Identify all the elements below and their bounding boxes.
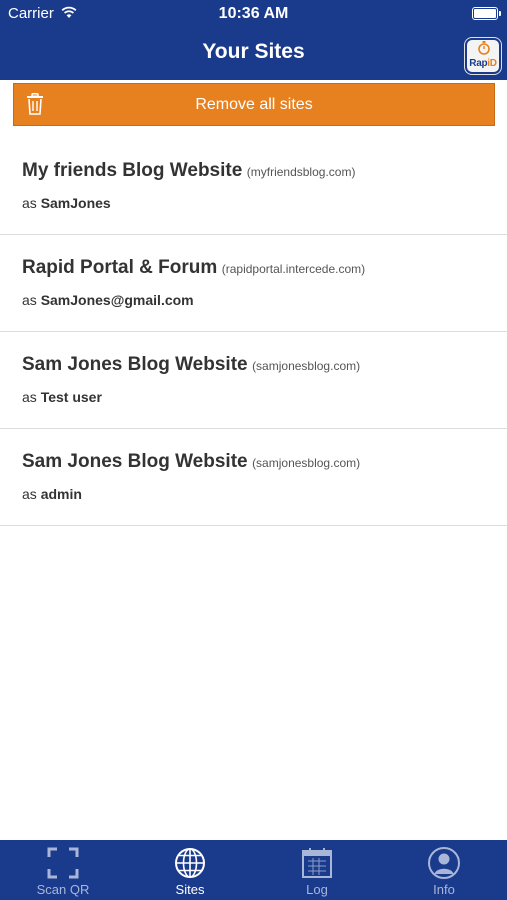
stopwatch-icon [478, 41, 490, 55]
tab-label: Log [306, 882, 328, 897]
logo-text: RapiD [469, 58, 497, 69]
site-username: Test user [40, 389, 102, 405]
site-username: admin [40, 486, 82, 502]
site-domain: (samjonesblog.com) [252, 456, 361, 470]
site-name: Sam Jones Blog Website [22, 451, 248, 472]
site-domain: (samjonesblog.com) [252, 359, 361, 373]
site-row[interactable]: My friends Blog Website (myfriendsblog.c… [0, 138, 507, 235]
site-row[interactable]: Sam Jones Blog Website (samjonesblog.com… [0, 429, 507, 526]
tab-label: Info [433, 882, 455, 897]
globe-icon [175, 848, 205, 878]
tab-label: Scan QR [36, 882, 90, 897]
site-domain: (rapidportal.intercede.com) [221, 262, 366, 276]
remove-all-label: Remove all sites [195, 96, 313, 113]
status-time: 10:36 AM [218, 5, 289, 22]
site-username: SamJones@gmail.com [40, 292, 194, 308]
as-prefix: as [22, 292, 37, 308]
site-title-line: My friends Blog Website (myfriendsblog.c… [22, 160, 355, 182]
site-list: My friends Blog Website (myfriendsblog.c… [0, 138, 507, 526]
site-row[interactable]: Rapid Portal & Forum (rapidportal.interc… [0, 235, 507, 332]
site-domain: (myfriendsblog.com) [246, 165, 356, 179]
status-bar: Carrier 10:36 AM [0, 0, 507, 28]
site-name: Rapid Portal & Forum [22, 257, 218, 278]
tab-sites[interactable]: Sites [127, 840, 253, 900]
battery-icon [472, 7, 501, 20]
site-name: Sam Jones Blog Website [22, 354, 248, 375]
as-prefix: as [22, 195, 37, 211]
tab-bar: Scan QR Sites Log Info [0, 840, 507, 900]
site-user-line: as admin [22, 486, 82, 502]
site-title-line: Rapid Portal & Forum (rapidportal.interc… [22, 257, 365, 279]
site-row[interactable]: Sam Jones Blog Website (samjonesblog.com… [0, 332, 507, 429]
person-icon [428, 847, 460, 879]
scan-qr-icon [47, 847, 79, 879]
as-prefix: as [22, 486, 37, 502]
page-title: Your Sites [202, 40, 305, 63]
tab-info[interactable]: Info [381, 840, 507, 900]
site-name: My friends Blog Website [22, 160, 243, 181]
tab-scan-qr[interactable]: Scan QR [0, 840, 126, 900]
site-user-line: as SamJones@gmail.com [22, 292, 194, 308]
site-title-line: Sam Jones Blog Website (samjonesblog.com… [22, 451, 360, 473]
tab-label: Sites [175, 882, 205, 897]
navigation-bar: Carrier 10:36 AM Your Sites RapiD [0, 0, 507, 80]
calendar-icon [302, 848, 332, 878]
site-username: SamJones [40, 195, 111, 211]
as-prefix: as [22, 389, 37, 405]
tab-log[interactable]: Log [254, 840, 380, 900]
site-title-line: Sam Jones Blog Website (samjonesblog.com… [22, 354, 360, 376]
site-user-line: as Test user [22, 389, 102, 405]
remove-all-sites-button[interactable]: Remove all sites [13, 83, 495, 126]
site-user-line: as SamJones [22, 195, 111, 211]
rapid-logo[interactable]: RapiD [465, 38, 501, 74]
